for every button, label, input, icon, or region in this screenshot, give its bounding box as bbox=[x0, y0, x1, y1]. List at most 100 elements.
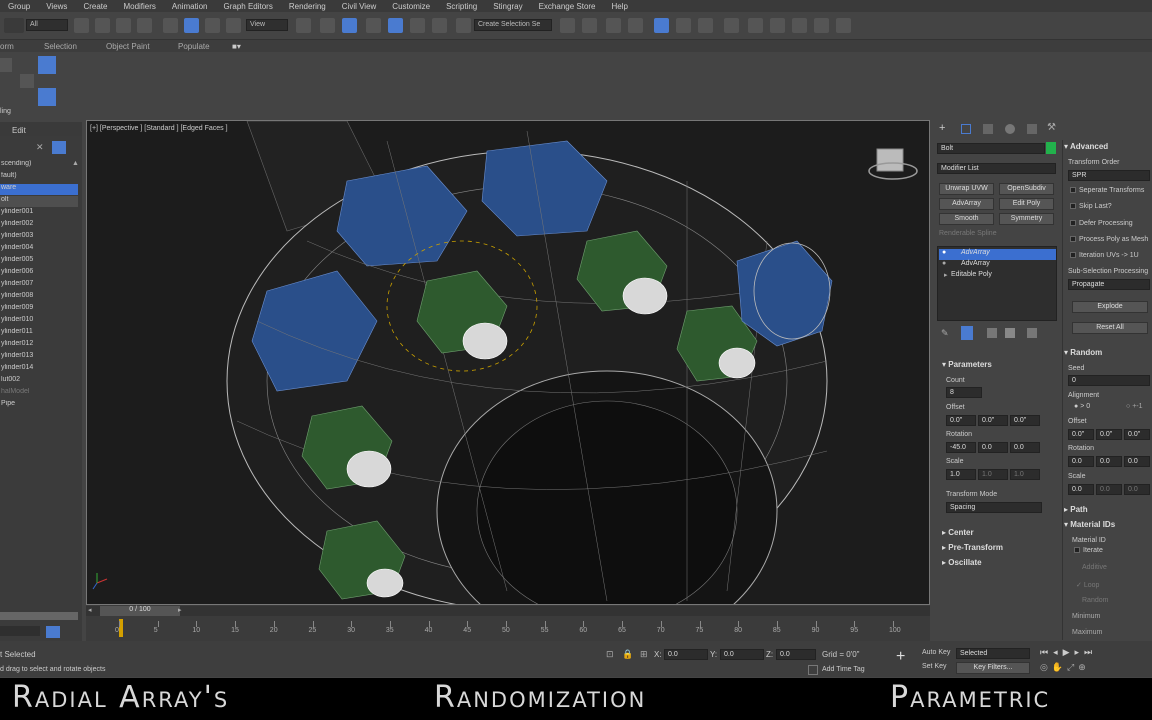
sort-up-icon[interactable]: ▲ bbox=[72, 160, 79, 167]
scene-list-item[interactable]: ylinder013 bbox=[0, 352, 78, 363]
edit-poly-button[interactable]: Edit Poly bbox=[999, 198, 1054, 210]
ribbon-edit-icon[interactable] bbox=[38, 56, 56, 74]
horizontal-scrollbar[interactable] bbox=[0, 612, 78, 620]
rotation-z-spinner[interactable]: 0.0 bbox=[1010, 442, 1040, 453]
ribbon-tool-icon[interactable] bbox=[0, 58, 12, 72]
ribbon-tab-object-paint[interactable]: Object Paint bbox=[106, 42, 150, 51]
menu-scripting[interactable]: Scripting bbox=[438, 2, 485, 11]
random-scale-z[interactable]: 0.0 bbox=[1124, 484, 1150, 495]
time-slider-next-icon[interactable]: ▸ bbox=[178, 606, 182, 614]
material-editor-icon[interactable] bbox=[724, 18, 739, 33]
seed-spinner[interactable]: 0 bbox=[1068, 375, 1150, 386]
scene-list-item[interactable]: ylinder001 bbox=[0, 208, 78, 219]
scale-x-spinner[interactable]: 1.0 bbox=[946, 469, 976, 480]
reference-coordinate-dropdown[interactable]: View bbox=[246, 19, 288, 31]
transform-order-dropdown[interactable]: SPR bbox=[1068, 170, 1150, 181]
scene-list-item[interactable]: lut002 bbox=[0, 376, 78, 387]
add-time-tag-button[interactable]: Add Time Tag bbox=[822, 666, 865, 673]
time-slider-prev-icon[interactable]: ◂ bbox=[88, 606, 92, 614]
menu-exchange-store[interactable]: Exchange Store bbox=[531, 2, 604, 11]
scene-list-item[interactable]: ylinder003 bbox=[0, 232, 78, 243]
alignment-positive-radio[interactable]: ● > 0 bbox=[1074, 403, 1090, 410]
scene-list-item[interactable]: ylinder008 bbox=[0, 292, 78, 303]
toggle-layer-explorer-icon[interactable] bbox=[628, 18, 643, 33]
iterate-checkbox[interactable]: Iterate bbox=[1074, 547, 1103, 554]
navigation-controls[interactable]: ◎✋⤢⊕ bbox=[1040, 662, 1148, 674]
advanced-rollout-title[interactable]: ▾ Advanced bbox=[1064, 142, 1108, 151]
scene-list-item[interactable]: fault) bbox=[0, 172, 78, 183]
smooth-button[interactable]: Smooth bbox=[939, 213, 994, 225]
ribbon-panel-label[interactable]: ling bbox=[0, 108, 11, 115]
menu-group[interactable]: Group bbox=[0, 2, 38, 11]
viewport-label[interactable]: [+] [Perspective ] [Standard ] [Edged Fa… bbox=[90, 125, 228, 132]
modifier-stack[interactable]: ● AdvArray ● AdvArray ▸ Editable Poly bbox=[937, 246, 1057, 321]
expand-arrow-icon[interactable]: ▸ bbox=[944, 271, 948, 279]
scene-list-item[interactable]: ylinder014 bbox=[0, 364, 78, 375]
keyboard-shortcut-icon[interactable] bbox=[342, 18, 357, 33]
frame-counter[interactable]: 0 / 100 bbox=[100, 606, 180, 616]
sub-selection-dropdown[interactable]: Propagate bbox=[1068, 279, 1150, 290]
layer-explorer-icon[interactable] bbox=[46, 626, 60, 638]
pin-stack-icon[interactable]: ✎ bbox=[941, 328, 949, 339]
clear-filter-icon[interactable]: ✕ bbox=[36, 142, 46, 152]
render-production-icon[interactable] bbox=[792, 18, 807, 33]
menu-graph-editors[interactable]: Graph Editors bbox=[215, 2, 280, 11]
scale-z-spinner[interactable]: 1.0 bbox=[1010, 469, 1040, 480]
render-setup-icon[interactable] bbox=[748, 18, 763, 33]
configure-modifier-icon[interactable] bbox=[1027, 328, 1037, 338]
random-offset-y[interactable]: 0.0" bbox=[1096, 429, 1122, 440]
select-object-icon[interactable] bbox=[74, 18, 89, 33]
object-name-field[interactable]: Bolt bbox=[937, 143, 1045, 154]
scene-list-item[interactable]: ylinder004 bbox=[0, 244, 78, 255]
place-icon[interactable] bbox=[226, 18, 241, 33]
render-iterative-icon[interactable] bbox=[814, 18, 829, 33]
random-rotation-z[interactable]: 0.0 bbox=[1124, 456, 1150, 467]
select-manipulate-icon[interactable] bbox=[320, 18, 335, 33]
parameters-rollout-title[interactable]: ▾ Parameters bbox=[942, 360, 992, 369]
random-offset-x[interactable]: 0.0" bbox=[1068, 429, 1094, 440]
timeline[interactable]: ◂ 0 / 100 ▸ 0 5 10 15 20 25 30 35 40 45 50 55 60 65 70… bbox=[86, 605, 930, 641]
random-scale-y[interactable]: 0.0 bbox=[1096, 484, 1122, 495]
scene-list-item[interactable]: halModel bbox=[0, 388, 78, 399]
selection-lock-icon[interactable]: 🔒 bbox=[622, 649, 633, 660]
scene-explorer-edit-menu[interactable]: Edit bbox=[12, 126, 26, 135]
absolute-mode-icon[interactable]: ⊞ bbox=[640, 649, 648, 660]
utilities-tab-icon[interactable]: ⚒ bbox=[1047, 122, 1056, 133]
ribbon-tab-populate[interactable]: Populate bbox=[178, 42, 210, 51]
show-end-result-icon[interactable] bbox=[961, 326, 973, 340]
symmetry-button[interactable]: Symmetry bbox=[999, 213, 1054, 225]
loop-checkbox[interactable]: ✓ Loop bbox=[1076, 581, 1099, 589]
skip-last-checkbox[interactable]: Skip Last? bbox=[1070, 203, 1112, 210]
advarray-button[interactable]: AdvArray bbox=[939, 198, 994, 210]
window-crossing-icon[interactable] bbox=[137, 18, 152, 33]
menu-rendering[interactable]: Rendering bbox=[281, 2, 334, 11]
rect-selection-icon[interactable] bbox=[116, 18, 131, 33]
random-rollout-title[interactable]: ▾ Random bbox=[1064, 348, 1102, 357]
align-icon[interactable] bbox=[582, 18, 597, 33]
iteration-uvs-checkbox[interactable]: Iteration UVs -> 1U bbox=[1070, 252, 1139, 259]
render-cloud-icon[interactable] bbox=[836, 18, 851, 33]
additive-checkbox[interactable]: Additive bbox=[1082, 564, 1107, 571]
modify-tab-icon[interactable] bbox=[961, 124, 971, 134]
set-key-button[interactable]: Set Key bbox=[922, 663, 947, 670]
pre-transform-rollout[interactable]: ▸ Pre-Transform bbox=[942, 543, 1003, 552]
random-offset-z[interactable]: 0.0" bbox=[1124, 429, 1150, 440]
toggle-ribbon-icon[interactable] bbox=[654, 18, 669, 33]
scene-list-item[interactable]: ylinder012 bbox=[0, 340, 78, 351]
key-mode-dropdown[interactable]: Selected bbox=[956, 648, 1030, 659]
spinner-snap-icon[interactable] bbox=[432, 18, 447, 33]
perspective-viewport[interactable]: [+] [Perspective ] [Standard ] [Edged Fa… bbox=[86, 120, 930, 605]
edit-named-selection-icon[interactable] bbox=[456, 18, 471, 33]
snaps-toggle-icon[interactable] bbox=[366, 18, 381, 33]
hierarchy-tab-icon[interactable] bbox=[983, 124, 993, 134]
object-color-swatch[interactable] bbox=[1046, 142, 1056, 154]
select-by-name-icon[interactable] bbox=[95, 18, 110, 33]
schematic-view-icon[interactable] bbox=[698, 18, 713, 33]
unwrap-uvw-button[interactable]: Unwrap UVW bbox=[939, 183, 994, 195]
ribbon-options-icon[interactable]: ■▾ bbox=[232, 42, 241, 51]
count-spinner[interactable]: 8 bbox=[946, 387, 982, 398]
rotation-y-spinner[interactable]: 0.0 bbox=[978, 442, 1008, 453]
stack-item-advarray-2[interactable]: ● AdvArray bbox=[939, 260, 1056, 271]
scene-list-item[interactable]: ylinder002 bbox=[0, 220, 78, 231]
scene-list-item[interactable]: Pipe bbox=[0, 400, 78, 411]
